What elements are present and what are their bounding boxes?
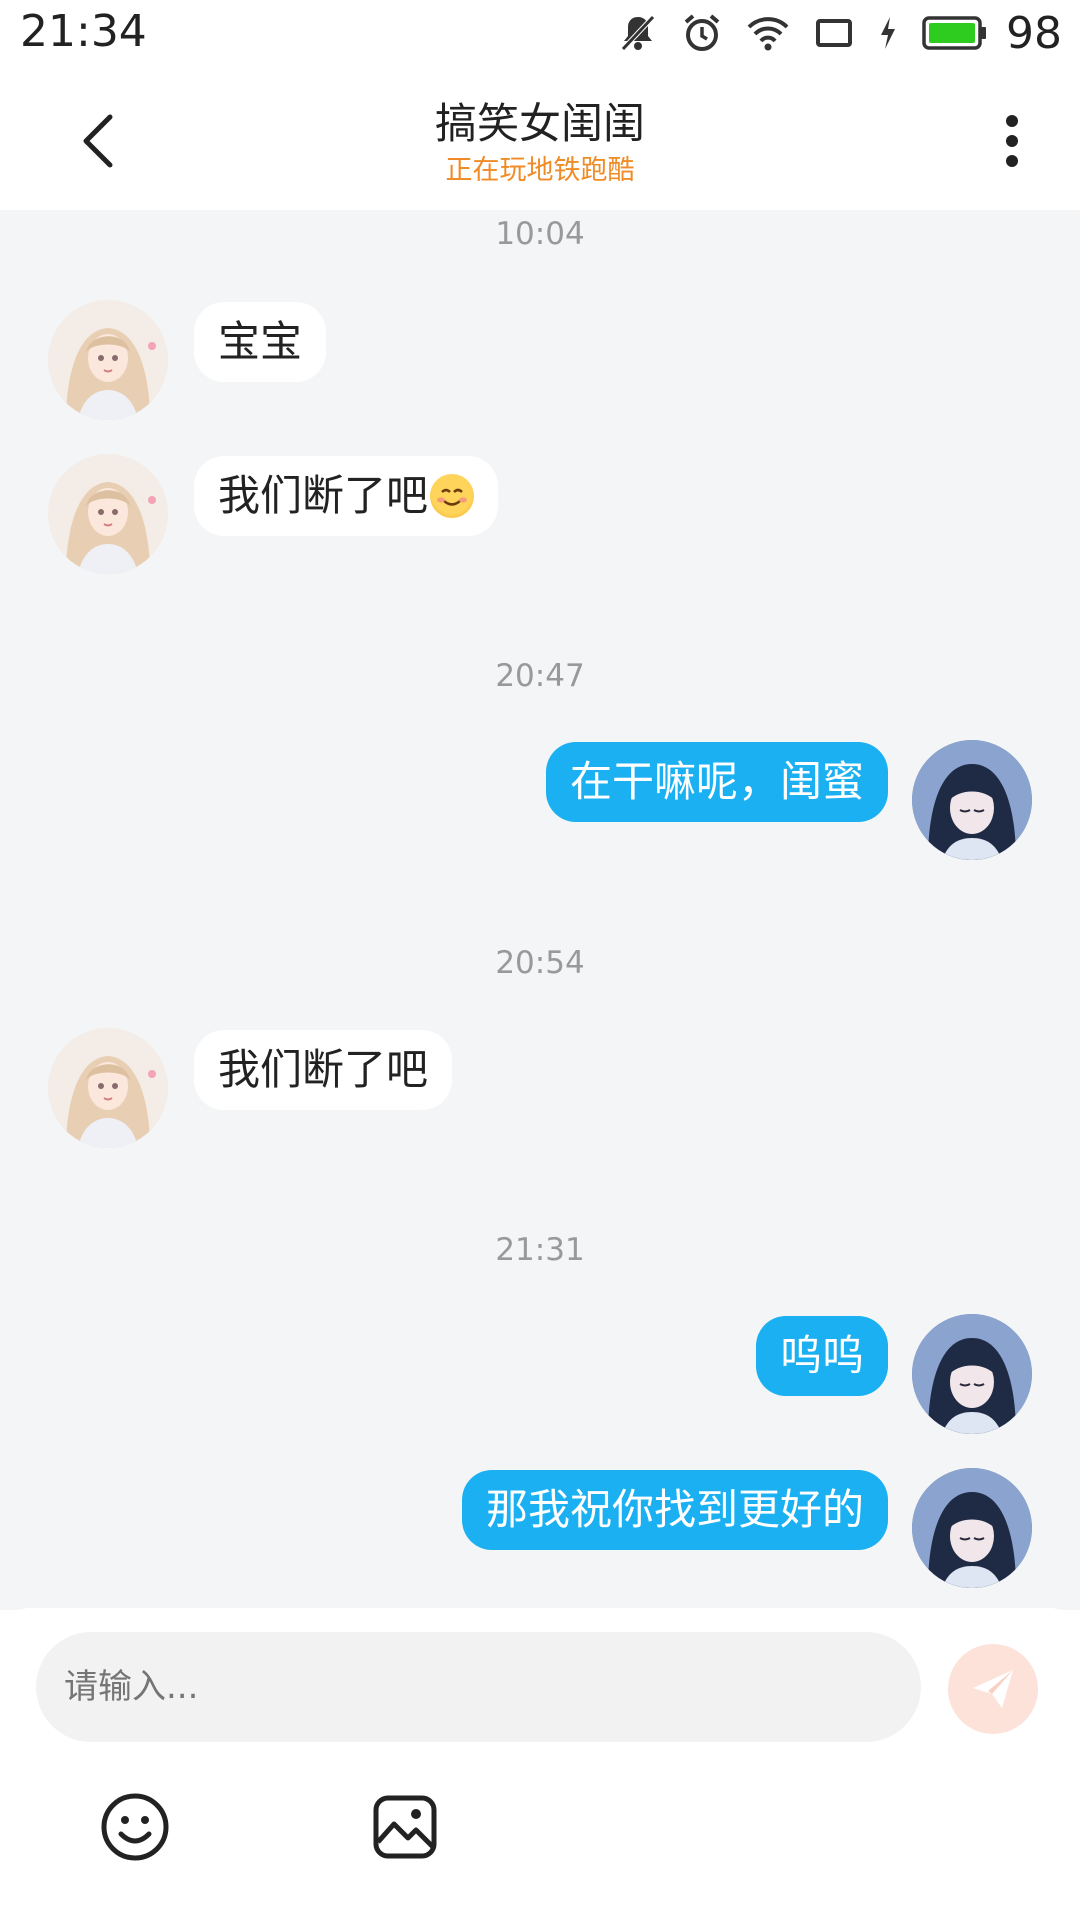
smiley-icon <box>101 1793 169 1861</box>
user-avatar[interactable] <box>912 1314 1032 1434</box>
chat-message-list[interactable]: 10:04 宝宝 我们断了吧 20:47 在干嘛呢，闺蜜 20:54 我们断了吧… <box>0 210 1080 1610</box>
contact-avatar[interactable] <box>48 300 168 420</box>
contact-avatar[interactable] <box>48 454 168 574</box>
message-timestamp: 21:31 <box>495 1232 585 1268</box>
status-bar: 21:34 98 <box>0 0 1080 66</box>
send-button[interactable] <box>948 1644 1038 1734</box>
outgoing-message-bubble[interactable]: 在干嘛呢，闺蜜 <box>545 742 888 822</box>
message-timestamp: 20:47 <box>495 658 585 694</box>
message-timestamp: 20:54 <box>495 945 585 981</box>
contact-avatar[interactable] <box>48 1028 168 1148</box>
mute-icon <box>621 15 655 51</box>
alarm-icon <box>684 14 720 51</box>
incoming-message-bubble[interactable]: 我们断了吧 <box>194 456 499 536</box>
battery-icon <box>922 16 986 50</box>
status-icons: 98 <box>618 7 1062 59</box>
more-vertical-icon <box>1006 115 1018 167</box>
chat-header: 搞笑女闺闺 正在玩地铁跑酷 <box>0 66 1080 210</box>
outgoing-message-bubble[interactable]: 那我祝你找到更好的 <box>461 1470 888 1550</box>
more-options-button[interactable] <box>982 106 1042 176</box>
outgoing-message-bubble[interactable]: 呜呜 <box>755 1316 888 1396</box>
message-composer <box>0 1608 1080 1920</box>
incoming-message-bubble[interactable]: 宝宝 <box>194 302 327 382</box>
status-time: 21:34 <box>20 6 147 57</box>
send-icon <box>973 1670 1013 1708</box>
emoji-button[interactable] <box>100 1792 170 1862</box>
message-timestamp: 10:04 <box>495 216 585 252</box>
user-avatar[interactable] <box>912 740 1032 860</box>
image-icon <box>373 1795 437 1859</box>
battery-percent: 98 <box>1006 7 1062 59</box>
smiling-face-emoji <box>430 473 475 518</box>
user-avatar[interactable] <box>912 1468 1032 1588</box>
chat-status-subtitle: 正在玩地铁跑酷 <box>445 155 635 186</box>
wifi-icon <box>747 17 789 51</box>
message-text: 我们断了吧 <box>218 471 429 520</box>
screen-icon <box>816 19 852 47</box>
image-button[interactable] <box>372 1794 438 1860</box>
message-input[interactable] <box>36 1632 921 1742</box>
charging-icon <box>881 17 895 49</box>
chat-title: 搞笑女闺闺 <box>434 99 645 148</box>
incoming-message-bubble[interactable]: 我们断了吧 <box>194 1030 453 1110</box>
